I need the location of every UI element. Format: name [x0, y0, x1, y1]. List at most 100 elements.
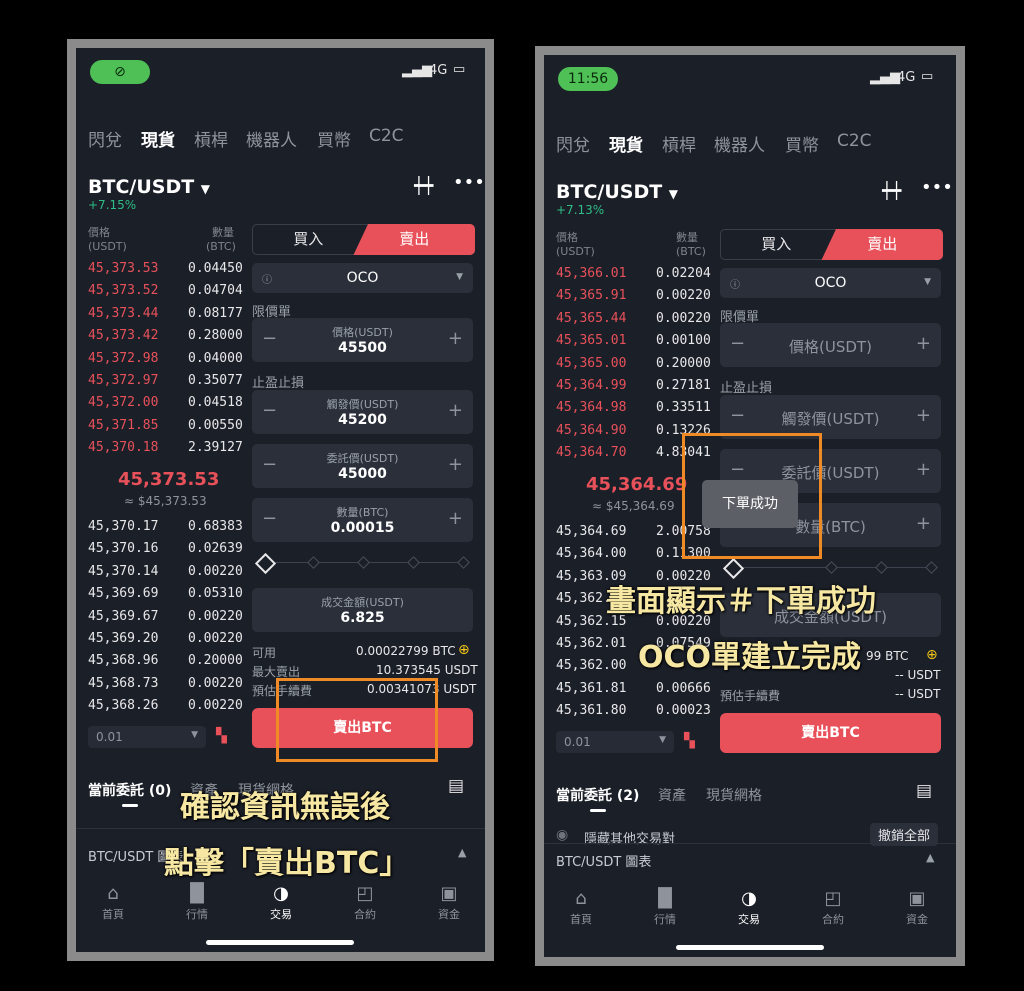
order-history-icon[interactable]: ▤: [916, 781, 932, 801]
book-layout-icon[interactable]: ▚: [684, 733, 695, 749]
signal-icon: ▂▄▆: [402, 63, 432, 78]
chevron-up-icon[interactable]: ▲: [926, 851, 934, 864]
buy-tab[interactable]: 買入: [721, 230, 832, 259]
order-price: 45,373.44: [88, 305, 159, 321]
candlestick-icon[interactable]: ┿┿: [882, 181, 901, 200]
caption-right-line1: 畫面顯示＃下單成功: [606, 584, 876, 619]
nav-futures-label: 合約: [354, 908, 376, 921]
order-quantity: 0.28000: [188, 328, 243, 344]
tab-c2c[interactable]: C2C: [369, 126, 404, 146]
tab-flash[interactable]: 閃兌: [88, 126, 122, 151]
buy-tab[interactable]: 買入: [253, 225, 364, 254]
chart-row-label[interactable]: BTC/USDT 圖表: [556, 851, 651, 870]
nav-trade[interactable]: ◑ 交易: [724, 887, 774, 927]
ob-price-header: 價格 (USDT): [88, 226, 127, 253]
plus-icon[interactable]: +: [448, 508, 463, 529]
plus-icon[interactable]: +: [916, 513, 931, 534]
nav-futures[interactable]: ◰ 合約: [340, 882, 390, 922]
tab-bot[interactable]: 機器人: [246, 126, 297, 151]
plus-icon[interactable]: +: [916, 459, 931, 480]
order-quantity: 0.20000: [656, 355, 711, 371]
sell-tab[interactable]: 賣出: [353, 224, 475, 255]
price-input[interactable]: − 價格(USDT) 45500 +: [252, 318, 473, 362]
slider-step[interactable]: [307, 556, 320, 569]
price-input[interactable]: − 價格(USDT) +: [720, 323, 941, 367]
tab-buy-crypto[interactable]: 買幣: [317, 126, 351, 151]
slider-step[interactable]: [357, 556, 370, 569]
nav-funds[interactable]: ▣ 資金: [424, 882, 474, 922]
chevron-down-icon: ▼: [456, 272, 463, 282]
tab-spot[interactable]: 現貨: [609, 131, 643, 156]
trigger-placeholder: 觸發價(USDT): [781, 410, 880, 428]
more-icon[interactable]: •••: [453, 172, 485, 193]
order-quantity: 0.04518: [188, 395, 243, 411]
pair-selector[interactable]: BTC/USDT ▼: [88, 176, 210, 198]
tab-open-orders[interactable]: 當前委託 (2): [556, 785, 639, 805]
nav-home[interactable]: ⌂ 首頁: [556, 887, 606, 927]
plus-icon[interactable]: +: [448, 400, 463, 421]
nav-futures[interactable]: ◰ 合約: [808, 887, 858, 927]
plus-icon[interactable]: +: [916, 405, 931, 426]
entrust-price-input[interactable]: − 委託價(USDT) 45000 +: [252, 444, 473, 488]
order-price: 45,370.14: [88, 563, 159, 579]
home-indicator[interactable]: [206, 940, 354, 945]
candlestick-icon[interactable]: ┿┿: [414, 176, 433, 195]
slider-step[interactable]: [925, 561, 938, 574]
order-price: 45,371.85: [88, 417, 159, 433]
quantity-input[interactable]: − 數量(BTC) 0.00015 +: [252, 498, 473, 542]
plus-icon[interactable]: +: [448, 328, 463, 349]
more-icon[interactable]: •••: [921, 177, 953, 198]
sell-btc-button[interactable]: 賣出BTC: [720, 713, 941, 753]
tab-assets[interactable]: 資產: [658, 785, 686, 805]
order-quantity: 0.05310: [188, 586, 243, 602]
tab-bot[interactable]: 機器人: [714, 131, 765, 156]
tab-flash[interactable]: 閃兌: [556, 131, 590, 156]
tab-margin[interactable]: 槓桿: [194, 126, 228, 151]
order-history-icon[interactable]: ▤: [448, 776, 464, 796]
book-layout-icon[interactable]: ▚: [216, 728, 227, 744]
tab-spot-grid[interactable]: 現貨網格: [706, 785, 762, 805]
total-value: 6.825: [340, 610, 385, 626]
nav-market[interactable]: ▐▌ 行情: [640, 887, 690, 927]
slider-step[interactable]: [875, 561, 888, 574]
slider-handle[interactable]: [254, 552, 277, 575]
order-quantity: 0.68383: [188, 519, 243, 534]
nav-funds[interactable]: ▣ 資金: [892, 887, 942, 927]
sell-tab[interactable]: 賣出: [821, 229, 943, 260]
order-type-select[interactable]: ⓘ OCO ▼: [720, 268, 941, 298]
nav-trade[interactable]: ◑ 交易: [256, 882, 306, 922]
order-quantity: 2.39127: [188, 440, 243, 456]
tab-spot[interactable]: 現貨: [141, 126, 175, 151]
add-circle-icon[interactable]: ⊕: [458, 642, 470, 658]
depth-select[interactable]: 0.01 ▼: [88, 726, 206, 748]
tab-margin[interactable]: 槓桿: [662, 131, 696, 156]
plus-icon[interactable]: +: [916, 333, 931, 354]
tab-c2c[interactable]: C2C: [837, 131, 872, 151]
checkbox-icon[interactable]: ◉: [556, 827, 568, 843]
nav-home[interactable]: ⌂ 首頁: [88, 882, 138, 922]
chevron-down-icon: ▼: [924, 277, 931, 287]
quantity-value: 0.00015: [330, 520, 395, 536]
tab-buy-crypto[interactable]: 買幣: [785, 131, 819, 156]
futures-icon: ◰: [824, 888, 842, 909]
order-price: 45,373.53: [88, 261, 159, 276]
nav-market-label: 行情: [654, 913, 676, 926]
order-type-select[interactable]: ⓘ OCO ▼: [252, 263, 473, 293]
order-quantity: 0.33511: [656, 400, 711, 416]
tab-open-orders[interactable]: 當前委託 (0): [88, 780, 171, 800]
slider-step[interactable]: [825, 561, 838, 574]
order-price: 45,373.52: [88, 283, 159, 299]
home-indicator[interactable]: [676, 945, 824, 950]
order-price: 45,369.69: [88, 586, 159, 602]
total-amount-box[interactable]: 成交金額(USDT) 6.825: [252, 588, 473, 632]
add-circle-icon[interactable]: ⊕: [926, 647, 938, 663]
depth-select[interactable]: 0.01 ▼: [556, 731, 674, 753]
trade-icon: ◑: [273, 883, 289, 904]
plus-icon[interactable]: +: [448, 454, 463, 475]
slider-step[interactable]: [407, 556, 420, 569]
trigger-price-input[interactable]: − 觸發價(USDT) 45200 +: [252, 390, 473, 434]
slider-step[interactable]: [457, 556, 470, 569]
chevron-up-icon[interactable]: ▲: [458, 846, 466, 859]
pair-selector[interactable]: BTC/USDT ▼: [556, 181, 678, 203]
nav-market[interactable]: ▐▌ 行情: [172, 882, 222, 922]
